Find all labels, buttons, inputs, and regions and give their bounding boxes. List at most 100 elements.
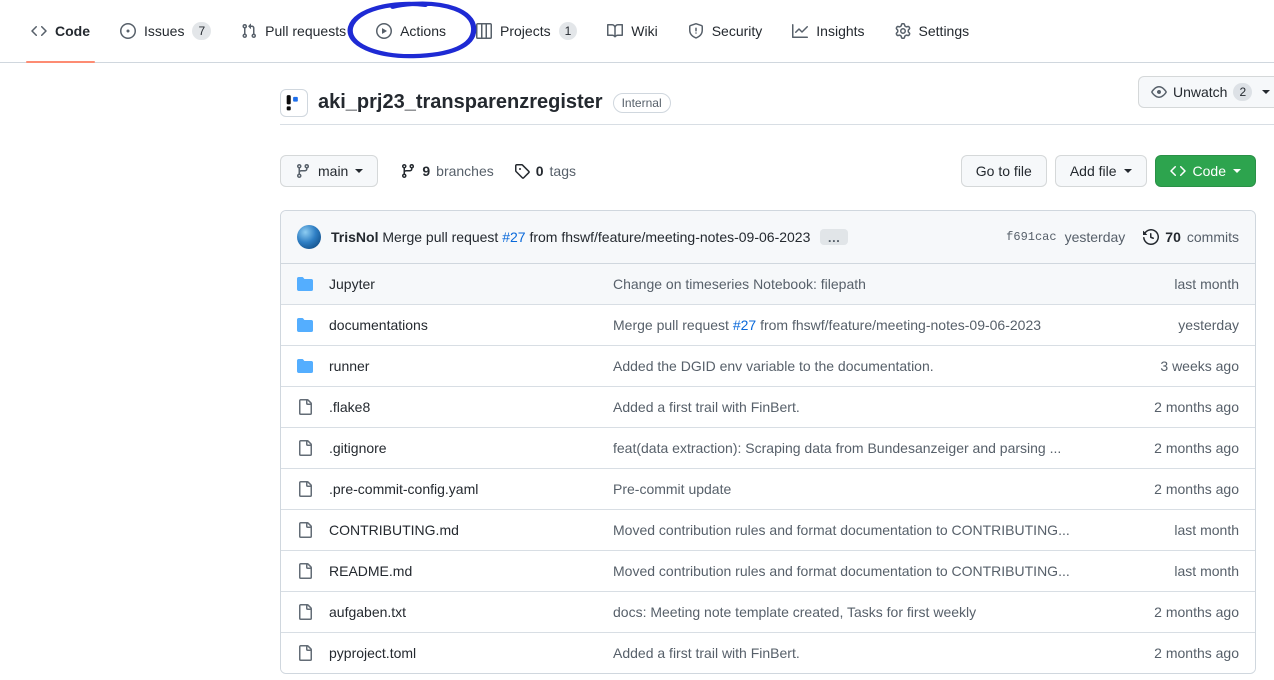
tab-counter-badge: 7 <box>192 22 211 40</box>
tab-actions[interactable]: Actions <box>361 0 461 62</box>
chevron-down-icon <box>1233 169 1241 173</box>
file-commit-message[interactable]: Added the DGID env variable to the docum… <box>613 358 1105 374</box>
file-icon <box>297 522 313 538</box>
repo-title: aki_prj23_transparenzregister <box>318 91 603 114</box>
gear-icon <box>895 23 911 39</box>
pull-request-link[interactable]: #27 <box>733 317 756 333</box>
play-icon <box>376 23 392 39</box>
file-commit-date[interactable]: 2 months ago <box>1121 481 1239 497</box>
folder-icon <box>297 317 313 333</box>
file-name-link[interactable]: .pre-commit-config.yaml <box>329 481 597 497</box>
tab-code[interactable]: Code <box>16 0 105 62</box>
file-name-link[interactable]: README.md <box>329 563 597 579</box>
commit-meta: f691cac yesterday 70 commits <box>1006 229 1239 245</box>
file-row: pyproject.toml Added a first trail with F… <box>281 632 1255 673</box>
commit-author-avatar[interactable] <box>297 225 321 249</box>
code-button[interactable]: Code <box>1155 155 1256 187</box>
file-row: .flake8 Added a first trail with FinBert.… <box>281 386 1255 427</box>
file-commit-message[interactable]: feat(data extraction): Scraping data fro… <box>613 440 1105 456</box>
file-list: Jupyter Change on timeseries Notebook: fi… <box>281 264 1255 673</box>
file-name-link[interactable]: documentations <box>329 317 597 333</box>
file-commit-date[interactable]: 2 months ago <box>1121 604 1239 620</box>
tab-label: Wiki <box>631 23 657 39</box>
file-row: README.md Moved contribution rules and fo… <box>281 550 1255 591</box>
file-commit-date[interactable]: 2 months ago <box>1121 645 1239 661</box>
tags-count: 0 <box>536 163 544 179</box>
code-button-label: Code <box>1193 163 1226 179</box>
file-commit-message[interactable]: Pre-commit update <box>613 481 1105 497</box>
file-commit-date[interactable]: last month <box>1121 276 1239 292</box>
code-icon <box>31 23 47 39</box>
file-commit-message[interactable]: Change on timeseries Notebook: filepath <box>613 276 1105 292</box>
file-commit-message[interactable]: Merge pull request #27 from fhswf/featur… <box>613 317 1105 333</box>
repo-toolbar: main 9 branches 0 tags Go to file Add fi… <box>280 155 1256 187</box>
file-commit-message[interactable]: Moved contribution rules and format docu… <box>613 522 1105 538</box>
file-commit-date[interactable]: yesterday <box>1121 317 1239 333</box>
file-row: CONTRIBUTING.md Moved contribution rules … <box>281 509 1255 550</box>
commit-message-text: from fhswf/feature/meeting-notes-09-06-2… <box>529 229 810 245</box>
tab-label: Pull requests <box>265 23 346 39</box>
org-avatar[interactable] <box>280 89 308 117</box>
tab-label: Code <box>55 23 90 39</box>
file-commit-message[interactable]: Added a first trail with FinBert. <box>613 645 1105 661</box>
tab-label: Actions <box>400 23 446 39</box>
commit-sha-link[interactable]: f691cac <box>1006 230 1056 244</box>
file-name-link[interactable]: Jupyter <box>329 276 597 292</box>
current-branch-label: main <box>318 163 348 179</box>
commit-message-expand-button[interactable]: … <box>820 229 848 245</box>
tags-link[interactable]: 0 tags <box>514 163 576 179</box>
file-name-link[interactable]: aufgaben.txt <box>329 604 597 620</box>
commit-time: yesterday <box>1065 229 1126 245</box>
tab-projects[interactable]: Projects1 <box>461 0 592 62</box>
tag-icon <box>514 163 530 179</box>
go-to-file-button[interactable]: Go to file <box>961 155 1047 187</box>
repo-tab-nav: Code Issues 7 Pull requests Actions Projects1… <box>0 0 1274 63</box>
file-name-link[interactable]: .flake8 <box>329 399 597 415</box>
file-browser: TrisNol Merge pull request #27 from fhsw… <box>280 210 1256 674</box>
file-row: documentations Merge pull request #27 fro… <box>281 304 1255 345</box>
branches-label: branches <box>436 163 494 179</box>
tab-settings[interactable]: Settings <box>880 0 985 62</box>
book-icon <box>607 23 623 39</box>
branches-link[interactable]: 9 branches <box>400 163 493 179</box>
file-commit-date[interactable]: 2 months ago <box>1121 399 1239 415</box>
issue-opened-icon <box>120 23 136 39</box>
tab-label: Issues <box>144 23 184 39</box>
chevron-down-icon <box>1262 90 1270 94</box>
commits-label: commits <box>1187 229 1239 245</box>
file-commit-message[interactable]: docs: Meeting note template created, Tas… <box>613 604 1105 620</box>
tab-wiki[interactable]: Wiki <box>592 0 672 62</box>
tab-insights[interactable]: Insights <box>777 0 879 62</box>
file-commit-message[interactable]: Added a first trail with FinBert. <box>613 399 1105 415</box>
shield-icon <box>688 23 704 39</box>
tab-label: Settings <box>919 23 970 39</box>
file-commit-date[interactable]: 2 months ago <box>1121 440 1239 456</box>
file-name-link[interactable]: .gitignore <box>329 440 597 456</box>
commit-author-link[interactable]: TrisNol <box>331 229 378 245</box>
file-name-link[interactable]: pyproject.toml <box>329 645 597 661</box>
tab-issues[interactable]: Issues 7 <box>105 0 226 62</box>
chevron-down-icon <box>1124 169 1132 173</box>
commit-history-link[interactable]: 70 commits <box>1143 229 1239 245</box>
code-icon <box>1170 163 1186 179</box>
commit-message-text: Merge pull request <box>613 317 729 333</box>
org-logo-icon <box>285 94 303 112</box>
add-file-button[interactable]: Add file <box>1055 155 1147 187</box>
tab-counter-badge: 1 <box>559 22 578 40</box>
file-commit-date[interactable]: 3 weeks ago <box>1121 358 1239 374</box>
file-commit-date[interactable]: last month <box>1121 563 1239 579</box>
commit-message-text: from fhswf/feature/meeting-notes-09-06-2… <box>760 317 1041 333</box>
file-commit-date[interactable]: last month <box>1121 522 1239 538</box>
file-name-link[interactable]: CONTRIBUTING.md <box>329 522 597 538</box>
file-commit-message[interactable]: Moved contribution rules and format docu… <box>613 563 1105 579</box>
file-name-link[interactable]: runner <box>329 358 597 374</box>
add-file-label: Add file <box>1070 163 1117 179</box>
file-row: runner Added the DGID env variable to the… <box>281 345 1255 386</box>
pull-request-link[interactable]: #27 <box>502 229 525 245</box>
tab-security[interactable]: Security <box>673 0 778 62</box>
repo-main: aki_prj23_transparenzregister Internal m… <box>280 63 1256 674</box>
git-pull-request-icon <box>241 23 257 39</box>
tab-pull-requests[interactable]: Pull requests <box>226 0 361 62</box>
branch-selector-button[interactable]: main <box>280 155 378 187</box>
commits-count: 70 <box>1165 229 1181 245</box>
